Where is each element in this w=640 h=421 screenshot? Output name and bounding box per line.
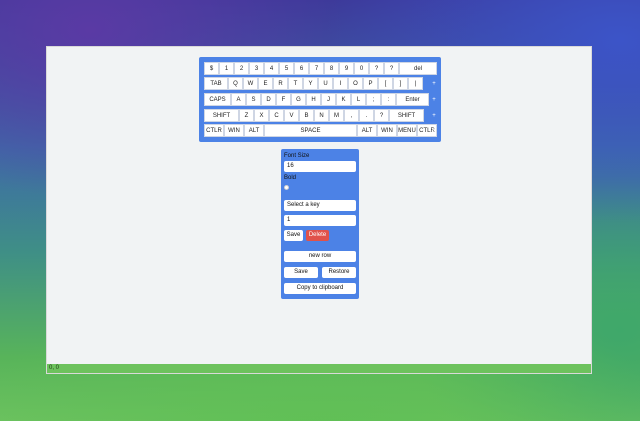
keyboard-key[interactable]: ; — [366, 93, 381, 106]
keyboard-key[interactable]: N — [314, 109, 329, 122]
font-size-label: Font Size — [284, 153, 310, 159]
keyboard-key[interactable]: M — [329, 109, 344, 122]
keyboard-key[interactable]: 1 — [219, 62, 234, 75]
keyboard-key[interactable]: 4 — [264, 62, 279, 75]
keyboard-key[interactable]: TAB — [204, 77, 228, 90]
keyboard-key[interactable]: $ — [204, 62, 219, 75]
keyboard-key[interactable]: | — [408, 77, 423, 90]
keyboard-key[interactable]: . — [359, 109, 374, 122]
keyboard-key[interactable]: SPACE — [264, 124, 357, 137]
select-key-input[interactable]: Select a key — [284, 200, 356, 211]
keyboard-key[interactable]: X — [254, 109, 269, 122]
keyboard-key[interactable]: SHIFT — [389, 109, 424, 122]
keyboard-key[interactable]: L — [351, 93, 366, 106]
keyboard-key[interactable]: A — [231, 93, 246, 106]
keyboard-key[interactable]: H — [306, 93, 321, 106]
keyboard-key[interactable]: C — [269, 109, 284, 122]
keyboard-key[interactable]: I — [333, 77, 348, 90]
bold-radio[interactable] — [284, 185, 289, 190]
keyboard-key[interactable]: ? — [369, 62, 384, 75]
copy-to-clipboard-button[interactable]: Copy to clipboard — [284, 283, 356, 294]
keyboard-key[interactable]: W — [243, 77, 258, 90]
keyboard-key[interactable]: SHIFT — [204, 109, 239, 122]
keyboard-key[interactable]: V — [284, 109, 299, 122]
keyboard-key[interactable]: Q — [228, 77, 243, 90]
add-key-icon[interactable]: + — [431, 97, 437, 104]
font-size-input[interactable]: 16 — [284, 161, 356, 172]
keyboard-key[interactable]: Y — [303, 77, 318, 90]
keyboard-key[interactable]: R — [273, 77, 288, 90]
keyboard-key[interactable]: CTLR — [204, 124, 224, 137]
key-editor-panel: Font Size 16 Bold Select a key 1 Save De… — [281, 149, 359, 299]
keyboard-key[interactable]: : — [381, 93, 396, 106]
keyboard-key[interactable]: ] — [393, 77, 408, 90]
keyboard-key[interactable]: , — [344, 109, 359, 122]
keyboard-key[interactable]: 2 — [234, 62, 249, 75]
delete-key-button[interactable]: Delete — [306, 230, 329, 241]
keyboard-key[interactable]: B — [299, 109, 314, 122]
add-key-icon[interactable]: + — [431, 113, 437, 120]
keyboard-key[interactable]: J — [321, 93, 336, 106]
keyboard-key[interactable]: 6 — [294, 62, 309, 75]
keyboard-key[interactable]: ? — [384, 62, 399, 75]
status-bar: 0, 0 — [47, 364, 591, 373]
workspace-canvas[interactable]: $1 2 3 4 5 6 7 8 9 0?? del + TAB Q W E R T Y U I O P[] | + CAPS A S… — [47, 47, 591, 364]
keyboard-key[interactable]: ? — [374, 109, 389, 122]
keyboard-key[interactable]: F — [276, 93, 291, 106]
keyboard-key[interactable]: WIN — [224, 124, 244, 137]
keyboard-key[interactable]: 8 — [324, 62, 339, 75]
keyboard-layout: $1 2 3 4 5 6 7 8 9 0?? del + TAB Q W E R T Y U I O P[] | + CAPS A S… — [199, 57, 441, 142]
keyboard-key[interactable]: U — [318, 77, 333, 90]
keyboard-key[interactable]: [ — [378, 77, 393, 90]
keyboard-key[interactable]: 3 — [249, 62, 264, 75]
save-button[interactable]: Save — [284, 267, 318, 278]
keyboard-key[interactable]: K — [336, 93, 351, 106]
keyboard-key[interactable]: O — [348, 77, 363, 90]
keyboard-key[interactable]: Z — [239, 109, 254, 122]
keyboard-key[interactable]: WIN — [377, 124, 397, 137]
keyboard-key[interactable]: G — [291, 93, 306, 106]
keyboard-key[interactable]: 5 — [279, 62, 294, 75]
key-width-input[interactable]: 1 — [284, 215, 356, 226]
keyboard-key[interactable]: 7 — [309, 62, 324, 75]
keyboard-key[interactable]: S — [246, 93, 261, 106]
app-window: $1 2 3 4 5 6 7 8 9 0?? del + TAB Q W E R T Y U I O P[] | + CAPS A S… — [46, 46, 592, 374]
keyboard-key[interactable]: ALT — [357, 124, 377, 137]
keyboard-key[interactable]: D — [261, 93, 276, 106]
cursor-coordinates: 0, 0 — [49, 365, 60, 371]
keyboard-key[interactable]: MENU — [397, 124, 417, 137]
keyboard-key[interactable]: 9 — [339, 62, 354, 75]
add-key-icon[interactable]: + — [431, 66, 437, 73]
keyboard-key[interactable]: CAPS — [204, 93, 231, 106]
keyboard-key[interactable]: 0 — [354, 62, 369, 75]
keyboard-key[interactable]: T — [288, 77, 303, 90]
keyboard-key[interactable]: Enter — [396, 93, 429, 106]
new-row-button[interactable]: new row — [284, 251, 356, 262]
keyboard-key[interactable]: ALT — [244, 124, 264, 137]
add-key-icon[interactable]: + — [431, 128, 437, 135]
bold-label: Bold — [284, 175, 297, 181]
keyboard-key[interactable]: P — [363, 77, 378, 90]
keyboard-key[interactable]: E — [258, 77, 273, 90]
save-key-button[interactable]: Save — [284, 230, 303, 241]
add-key-icon[interactable]: + — [431, 81, 437, 88]
restore-button[interactable]: Restore — [322, 267, 356, 278]
